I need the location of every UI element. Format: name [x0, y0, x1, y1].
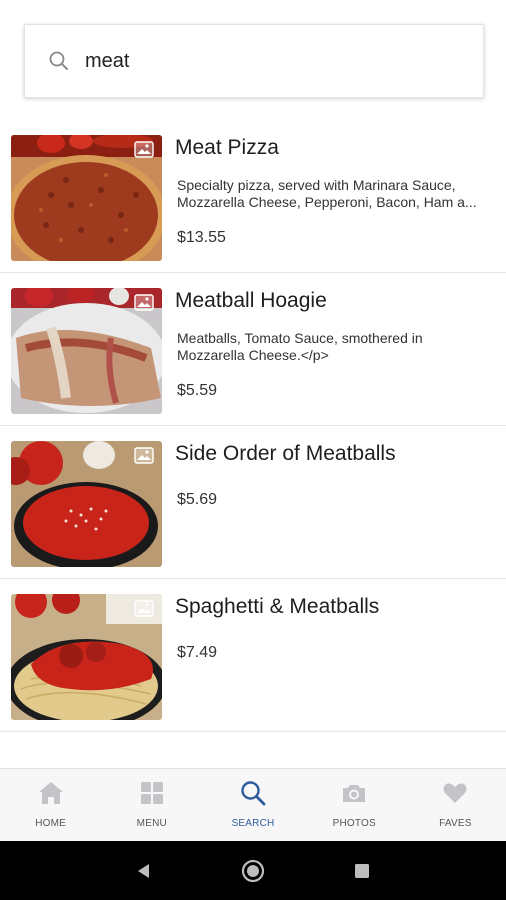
nav-menu[interactable]: MENU — [101, 769, 202, 841]
pizza-photo — [11, 135, 162, 261]
nav-label: PHOTOS — [332, 818, 376, 829]
item-title: Meatball Hoagie — [175, 289, 327, 312]
nav-label: SEARCH — [231, 818, 275, 829]
nav-label: FAVES — [439, 818, 472, 829]
search-results-list: Meat Pizza Specialty pizza, served with … — [0, 120, 506, 732]
item-title: Side Order of Meatballs — [175, 442, 396, 465]
item-price: $5.69 — [177, 491, 218, 508]
list-item[interactable]: Meatball Hoagie Meatballs, Tomato Sauce,… — [0, 273, 506, 426]
item-description: Meatballs, Tomato Sauce, smothered in Mo… — [177, 330, 423, 363]
nav-photos[interactable]: PHOTOS — [304, 769, 405, 841]
search-input[interactable] — [85, 41, 465, 81]
bottom-nav: HOME MENU SEARCH PHOTOS FAVES — [0, 768, 506, 841]
item-title: Meat Pizza — [175, 136, 279, 159]
item-title: Spaghetti & Meatballs — [175, 595, 380, 618]
heart-icon — [441, 779, 469, 807]
nav-search[interactable]: SEARCH — [202, 769, 303, 841]
search-icon — [239, 779, 267, 807]
item-price: $5.59 — [177, 382, 218, 399]
hoagie-photo — [11, 288, 162, 414]
system-nav-bar — [0, 841, 506, 900]
nav-label: MENU — [136, 818, 167, 829]
camera-icon — [340, 779, 368, 807]
list-item[interactable]: Meat Pizza Specialty pizza, served with … — [0, 120, 506, 273]
item-price: $7.49 — [177, 644, 218, 661]
home-icon — [37, 779, 65, 807]
image-icon — [134, 600, 154, 617]
grid-icon — [138, 779, 166, 807]
back-icon[interactable] — [129, 856, 159, 886]
nav-home[interactable]: HOME — [0, 769, 101, 841]
item-price: $13.55 — [177, 229, 226, 246]
image-icon — [134, 294, 154, 311]
image-icon — [134, 447, 154, 464]
nav-label: HOME — [35, 818, 66, 829]
nav-faves[interactable]: FAVES — [405, 769, 506, 841]
item-description: Specialty pizza, served with Marinara Sa… — [177, 177, 477, 210]
home-button-icon[interactable] — [238, 856, 268, 886]
recents-icon[interactable] — [347, 856, 377, 886]
list-item[interactable]: Spaghetti & Meatballs $7.49 — [0, 579, 506, 732]
search-icon — [37, 39, 81, 83]
list-item[interactable]: Side Order of Meatballs $5.69 — [0, 426, 506, 579]
meatballs-photo — [11, 441, 162, 567]
search-bar[interactable] — [24, 24, 484, 98]
image-icon — [134, 141, 154, 158]
spaghetti-photo — [11, 594, 162, 720]
